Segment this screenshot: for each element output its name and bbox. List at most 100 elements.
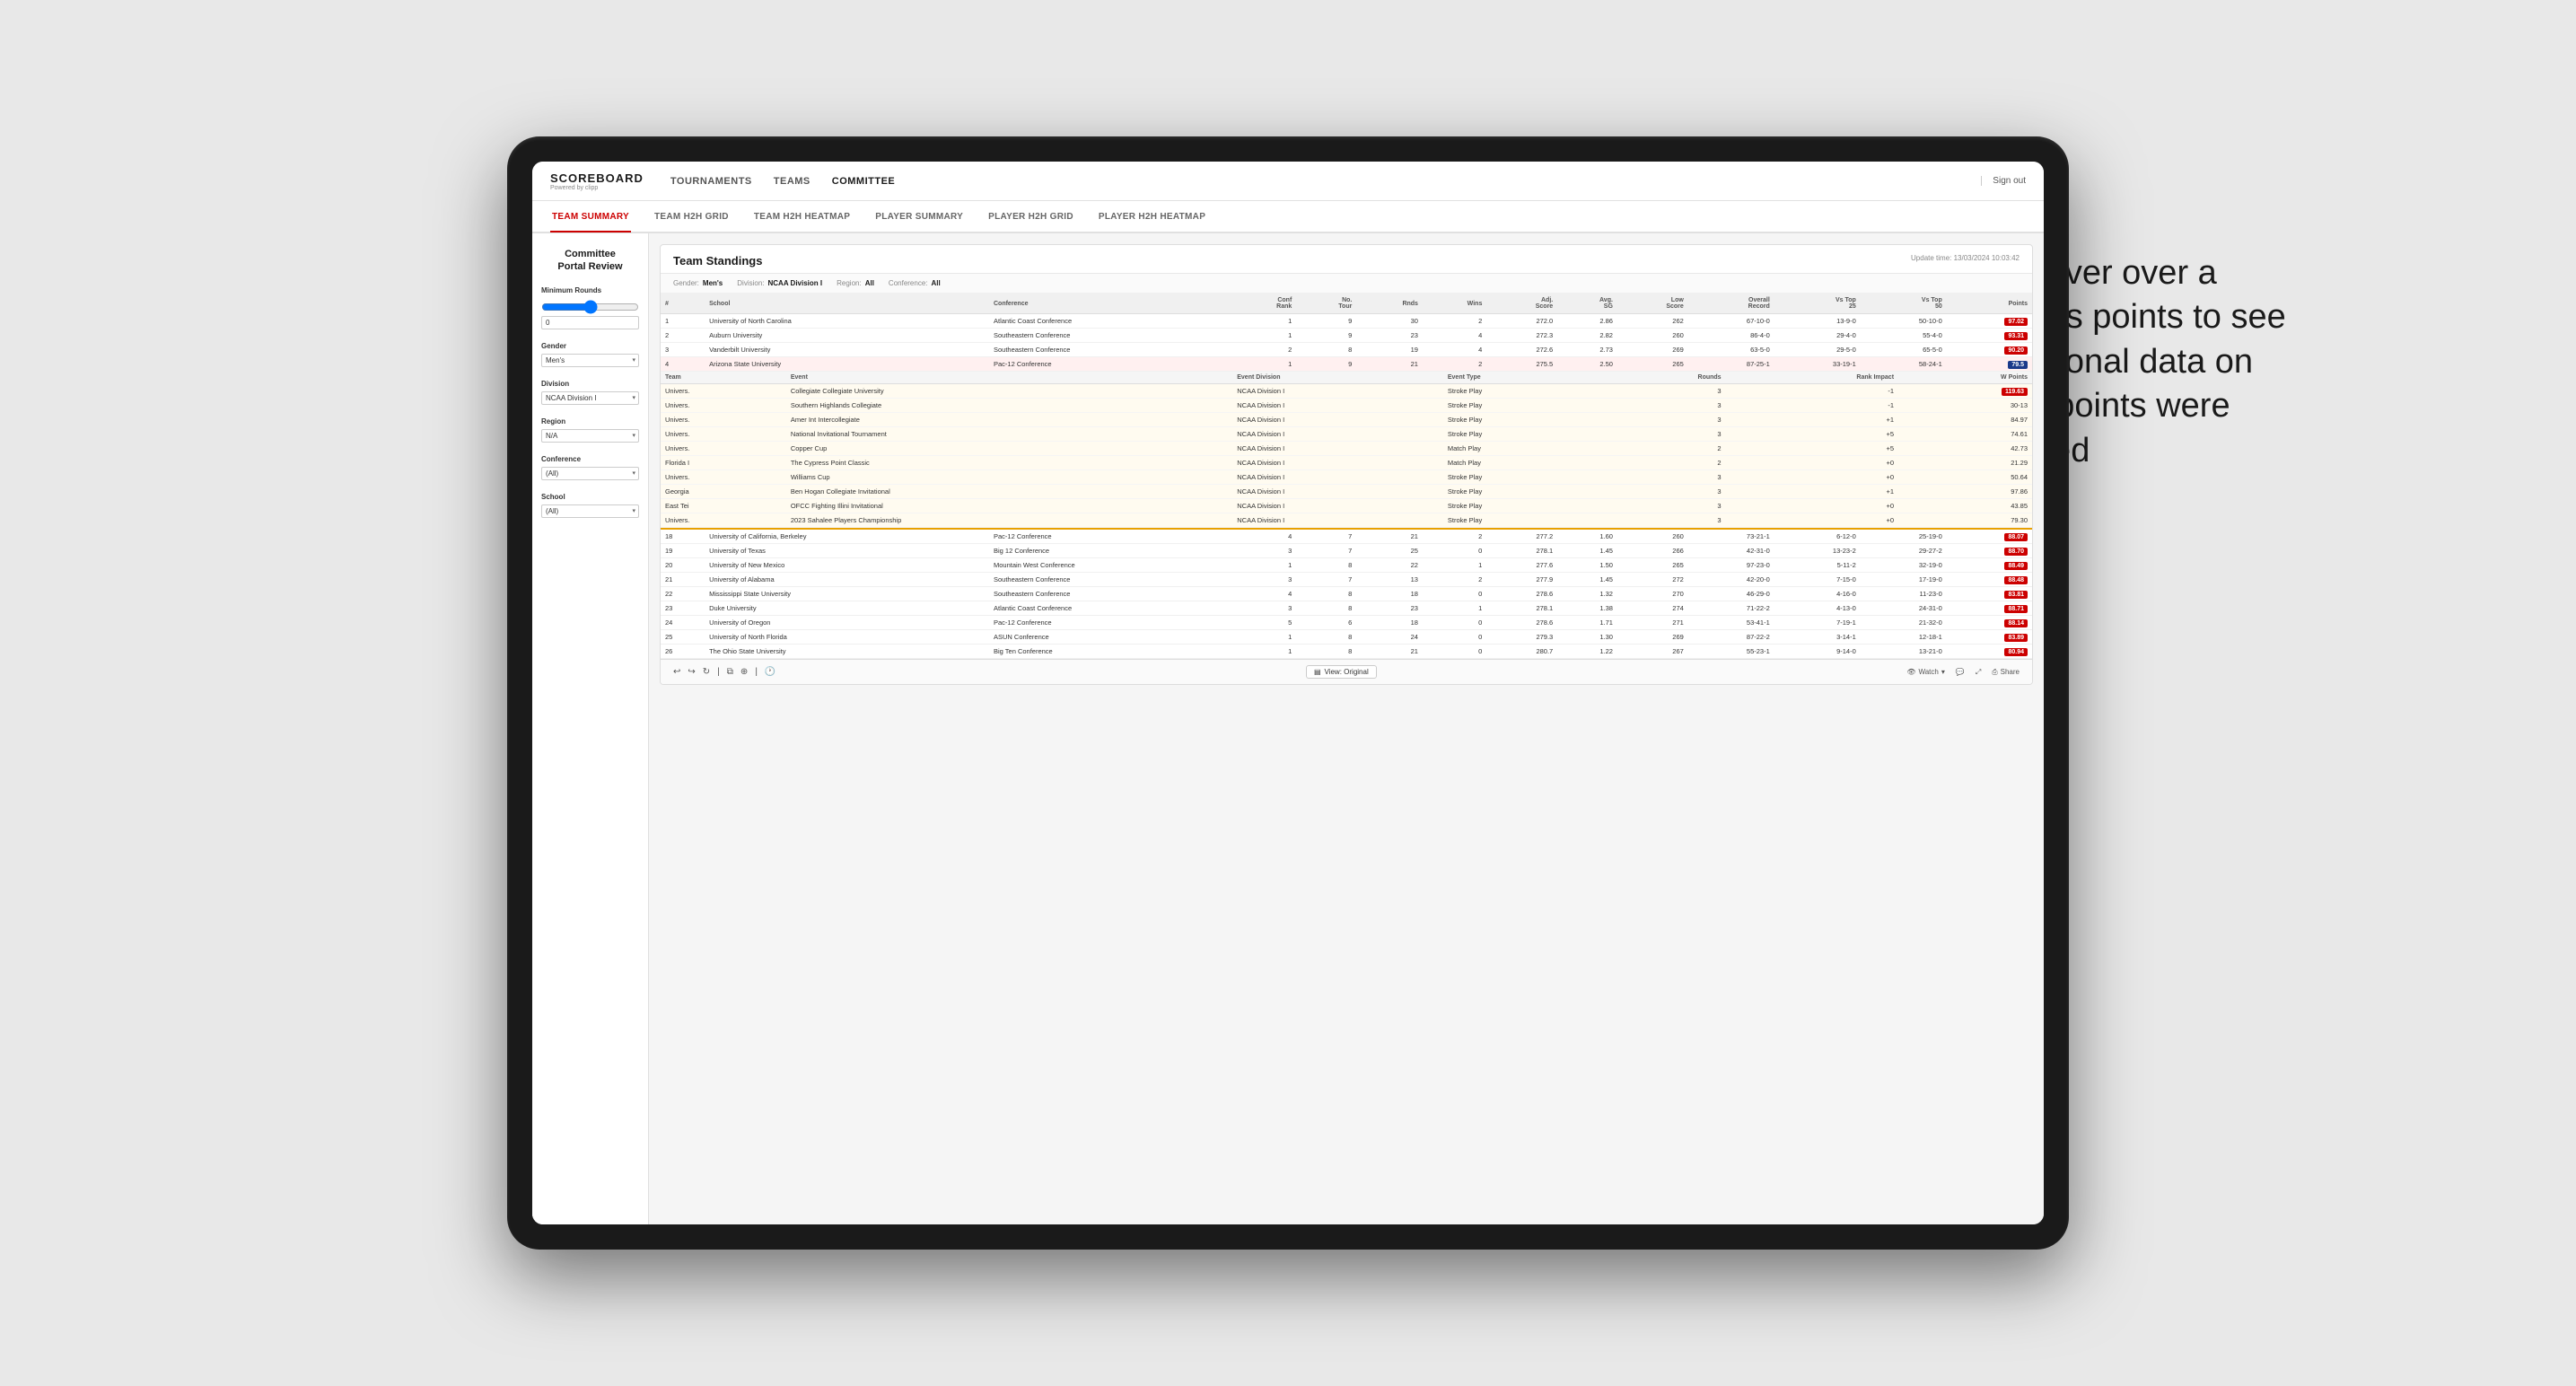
table-row[interactable]: 18 University of California, Berkeley Pa… [661, 529, 2032, 544]
clock-button[interactable]: 🕐 [765, 667, 775, 677]
view-original-button[interactable]: ▤ View: Original [1306, 665, 1377, 679]
logo: SCOREBOARD Powered by clipp [550, 171, 644, 191]
sidebar-school-label: School [541, 493, 639, 501]
subnav-player-summary[interactable]: PLAYER SUMMARY [873, 201, 965, 232]
nav-links: TOURNAMENTS TEAMS COMMITTEE [670, 172, 1981, 190]
table-row[interactable]: 25 University of North Florida ASUN Conf… [661, 630, 2032, 645]
cell-school: University of North Carolina [705, 314, 989, 329]
col-avg-sg: Avg.SG [1557, 294, 1617, 314]
tablet-screen: SCOREBOARD Powered by clipp TOURNAMENTS … [532, 162, 2044, 1224]
points-badge: 90.20 [2004, 346, 2028, 355]
gender-select[interactable]: Men's Women's [541, 354, 639, 367]
report-header: Team Standings Update time: 13/03/2024 1… [661, 245, 2032, 274]
table-row[interactable]: 2 Auburn University Southeastern Confere… [661, 329, 2032, 343]
points-badge: 88.70 [2004, 548, 2028, 556]
settings-button[interactable]: ⊕ [740, 667, 748, 677]
sidebar-division-label: Division [541, 380, 639, 388]
filter-region-value: All [865, 279, 874, 287]
subnav-team-h2h-grid[interactable]: TEAM H2H GRID [653, 201, 731, 232]
sidebar-gender: Gender Men's Women's [541, 342, 639, 367]
table-row[interactable]: 20 University of New Mexico Mountain Wes… [661, 558, 2032, 573]
conference-select-wrap: (All) ACC SEC [541, 467, 639, 480]
subnav-team-summary[interactable]: TEAM SUMMARY [550, 202, 631, 232]
col-rank: # [661, 294, 705, 314]
points-badge: 97.02 [2004, 318, 2028, 326]
points-badge: 88.14 [2004, 619, 2028, 627]
region-select[interactable]: N/A All [541, 429, 639, 443]
refresh-button[interactable]: ↻ [703, 667, 710, 677]
cell-school: Auburn University [705, 329, 989, 343]
share-icon: ⎙ [1992, 668, 1997, 677]
subnav-player-h2h-grid[interactable]: PLAYER H2H GRID [986, 201, 1075, 232]
cell-rank: 18 [661, 529, 705, 544]
undo-button[interactable]: ↩ [673, 667, 680, 677]
points-badge-highlighted: 79.5 [2008, 361, 2028, 369]
sidebar-conference: Conference (All) ACC SEC [541, 455, 639, 480]
table-row[interactable]: 3 Vanderbilt University Southeastern Con… [661, 343, 2032, 357]
nav-tournaments[interactable]: TOURNAMENTS [670, 172, 752, 190]
inner-table-row: Univers. National Invitational Tournamen… [661, 427, 2032, 442]
table-row[interactable]: 22 Mississippi State University Southeas… [661, 587, 2032, 601]
cell-rank: 1 [661, 314, 705, 329]
cell-school: Vanderbilt University [705, 343, 989, 357]
redo-button[interactable]: ↪ [688, 667, 695, 677]
view-icon: ▤ [1314, 668, 1321, 676]
subnav-team-h2h-heatmap[interactable]: TEAM H2H HEATMAP [752, 201, 852, 232]
points-badge: 80.94 [2004, 648, 2028, 656]
filter-conference-label: Conference: [889, 279, 928, 287]
separator: | [717, 667, 720, 677]
table-row[interactable]: 26 The Ohio State University Big Ten Con… [661, 645, 2032, 659]
min-rounds-input[interactable] [541, 316, 639, 329]
inner-table-row: Univers. Collegiate Collegiate Universit… [661, 384, 2032, 399]
conference-select[interactable]: (All) ACC SEC [541, 467, 639, 480]
points-badge: 88.49 [2004, 562, 2028, 570]
share-button[interactable]: ⎙ Share [1992, 668, 2020, 677]
cell-rank: 4 [661, 357, 705, 372]
subnav-player-h2h-heatmap[interactable]: PLAYER H2H HEATMAP [1097, 201, 1207, 232]
copy-button[interactable]: ⧉ [727, 667, 733, 677]
inner-table-row: Univers. Amer Int Intercollegiate NCAA D… [661, 413, 2032, 427]
table-row[interactable]: 1 University of North Carolina Atlantic … [661, 314, 2032, 329]
inner-table-row: Univers. Williams Cup NCAA Division I St… [661, 470, 2032, 485]
sidebar-region-label: Region [541, 417, 639, 425]
inner-table-row: Univers. Copper Cup NCAA Division I Matc… [661, 442, 2032, 456]
sub-nav: TEAM SUMMARY TEAM H2H GRID TEAM H2H HEAT… [532, 201, 2044, 233]
sign-out-button[interactable]: Sign out [1981, 176, 2026, 186]
table-row[interactable]: 19 University of Texas Big 12 Conference… [661, 544, 2032, 558]
filter-conference-value: All [932, 279, 941, 287]
col-rnds: Rnds [1356, 294, 1423, 314]
filter-gender-label: Gender: [673, 279, 699, 287]
sidebar-conference-label: Conference [541, 455, 639, 463]
inner-table-row: Florida I The Cypress Point Classic NCAA… [661, 456, 2032, 470]
cell-rank: 2 [661, 329, 705, 343]
tooltip-header-row: Team Event Event Division Event Type Rou… [661, 372, 2032, 530]
watch-button[interactable]: 👁 Watch ▾ [1906, 668, 1945, 676]
nav-committee[interactable]: COMMITTEE [832, 172, 896, 190]
filter-region: Region: All [837, 279, 874, 287]
min-rounds-slider[interactable] [541, 300, 639, 314]
cell-conference: Atlantic Coast Conference [989, 314, 1231, 329]
sidebar-min-rounds: Minimum Rounds [541, 286, 639, 329]
expand-button[interactable]: ⤢ [1976, 668, 1981, 677]
report-panel: Team Standings Update time: 13/03/2024 1… [660, 244, 2033, 685]
points-badge: 83.89 [2004, 634, 2028, 642]
table-row[interactable]: 21 University of Alabama Southeastern Co… [661, 573, 2032, 587]
filter-region-label: Region: [837, 279, 862, 287]
tablet: SCOREBOARD Powered by clipp TOURNAMENTS … [507, 136, 2069, 1250]
points-badge: 88.07 [2004, 533, 2028, 541]
table-row-highlighted[interactable]: 4 Arizona State University Pac-12 Confer… [661, 357, 2032, 372]
gender-select-wrap: Men's Women's [541, 354, 639, 367]
table-row[interactable]: 24 University of Oregon Pac-12 Conferenc… [661, 616, 2032, 630]
school-select[interactable]: (All) [541, 504, 639, 518]
filter-gender-value: Men's [703, 279, 723, 287]
cell-conference: Southeastern Conference [989, 329, 1231, 343]
comment-button[interactable]: 💬 [1956, 668, 1965, 676]
eye-icon: 👁 [1906, 668, 1915, 676]
division-select[interactable]: NCAA Division I NCAA Division II NCAA Di… [541, 391, 639, 405]
inner-points-badge: 119.63 [2002, 388, 2028, 396]
nav-teams[interactable]: TEAMS [774, 172, 810, 190]
bottom-toolbar: ↩ ↪ ↻ | ⧉ ⊕ | 🕐 ▤ View: Orig [661, 659, 2032, 684]
table-row[interactable]: 23 Duke University Atlantic Coast Confer… [661, 601, 2032, 616]
cell-conference: Pac-12 Conference [989, 357, 1231, 372]
sidebar-gender-label: Gender [541, 342, 639, 350]
